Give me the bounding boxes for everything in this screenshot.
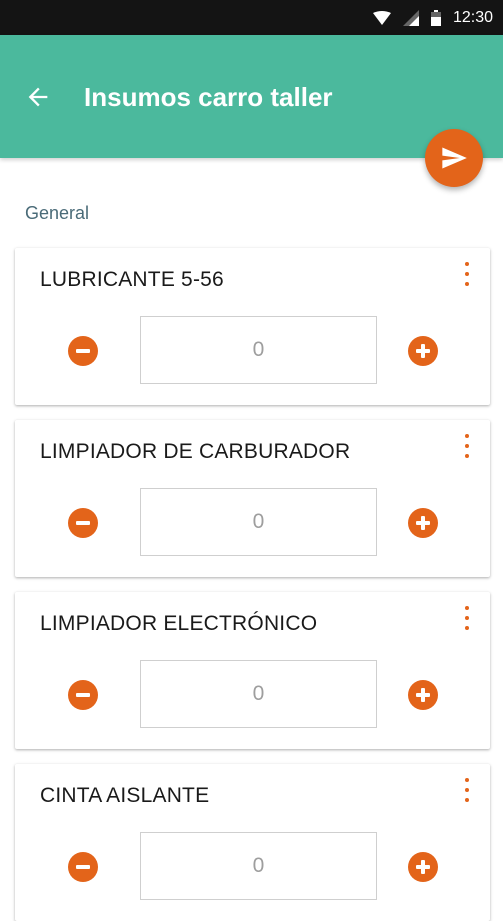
item-card: CINTA AISLANTE bbox=[15, 764, 490, 921]
decrement-button[interactable] bbox=[68, 680, 98, 710]
status-bar: 12:30 bbox=[0, 0, 503, 35]
increment-button[interactable] bbox=[408, 336, 438, 366]
send-icon bbox=[442, 147, 467, 169]
quantity-input[interactable] bbox=[140, 488, 377, 556]
more-vert-icon[interactable] bbox=[460, 606, 474, 630]
decrement-button[interactable] bbox=[68, 336, 98, 366]
more-vert-icon[interactable] bbox=[460, 434, 474, 458]
increment-button[interactable] bbox=[408, 680, 438, 710]
send-button[interactable] bbox=[425, 129, 483, 187]
app-bar: Insumos carro taller bbox=[0, 35, 503, 158]
decrement-button[interactable] bbox=[68, 852, 98, 882]
status-icons: 12:30 bbox=[372, 0, 493, 35]
item-name: LIMPIADOR ELECTRÓNICO bbox=[40, 612, 318, 635]
quantity-input[interactable] bbox=[140, 832, 377, 900]
page-title: Insumos carro taller bbox=[84, 82, 333, 112]
wifi-icon bbox=[372, 10, 391, 25]
item-card: LIMPIADOR DE CARBURADOR bbox=[15, 420, 490, 577]
battery-icon bbox=[430, 9, 441, 26]
decrement-button[interactable] bbox=[68, 508, 98, 538]
arrow-back-icon bbox=[28, 87, 48, 107]
increment-button[interactable] bbox=[408, 852, 438, 882]
item-name: CINTA AISLANTE bbox=[40, 784, 210, 807]
item-name: LUBRICANTE 5-56 bbox=[40, 268, 224, 291]
quantity-input[interactable] bbox=[140, 660, 377, 728]
item-name: LIMPIADOR DE CARBURADOR bbox=[40, 440, 351, 463]
item-card: LUBRICANTE 5-56 bbox=[15, 248, 490, 405]
increment-button[interactable] bbox=[408, 508, 438, 538]
section-label: General bbox=[25, 203, 90, 223]
back-button[interactable] bbox=[20, 79, 56, 115]
quantity-input[interactable] bbox=[140, 316, 377, 384]
signal-icon bbox=[402, 9, 419, 26]
more-vert-icon[interactable] bbox=[460, 262, 474, 286]
status-time: 12:30 bbox=[452, 8, 493, 26]
item-card: LIMPIADOR ELECTRÓNICO bbox=[15, 592, 490, 749]
more-vert-icon[interactable] bbox=[460, 778, 474, 802]
